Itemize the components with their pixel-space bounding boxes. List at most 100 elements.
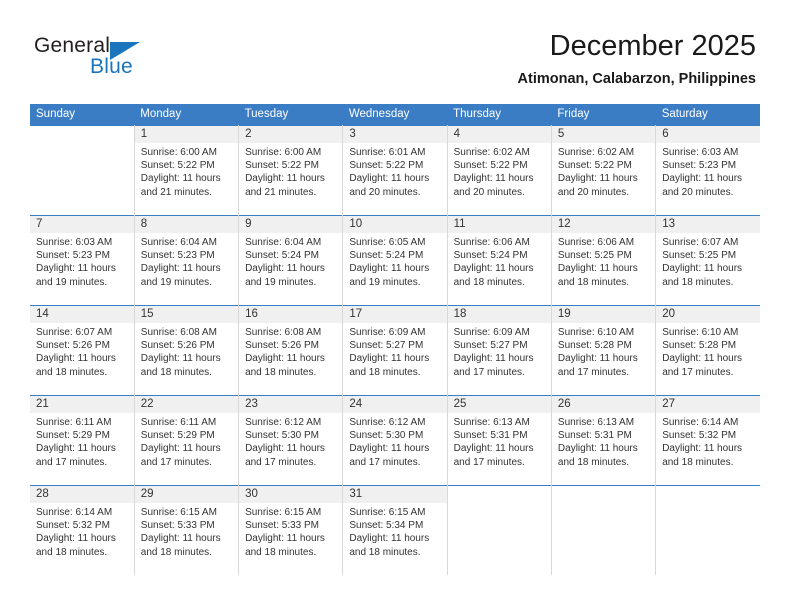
sunset-time: Sunset: 5:26 PM bbox=[140, 340, 215, 352]
calendar-day-cell[interactable]: 19 Sunrise: 6:10 AM Sunset: 5:28 PM Dayligh… bbox=[551, 305, 657, 396]
daylight-duration-line1: Daylight: 11 hours bbox=[349, 443, 430, 455]
calendar-day-cell[interactable]: 1 Sunrise: 6:00 AM Sunset: 5:22 PM Daylight… bbox=[134, 125, 240, 216]
sunset-time: Sunset: 5:23 PM bbox=[140, 250, 215, 262]
day-details: Sunrise: 6:04 AM Sunset: 5:24 PM Daylight:… bbox=[239, 233, 342, 289]
daylight-duration-line1: Daylight: 11 hours bbox=[245, 263, 325, 275]
calendar-day-cell[interactable]: 16 Sunrise: 6:08 AM Sunset: 5:26 PM Dayligh… bbox=[238, 305, 344, 396]
day-number: 27 bbox=[656, 396, 760, 413]
calendar-day-cell[interactable]: 12 Sunrise: 6:06 AM Sunset: 5:25 PM Dayligh… bbox=[551, 215, 657, 306]
day-details: Sunrise: 6:12 AM Sunset: 5:30 PM Daylight:… bbox=[343, 413, 446, 469]
daylight-duration-line1: Daylight: 11 hours bbox=[349, 533, 430, 545]
calendar-day-cell[interactable]: 9 Sunrise: 6:04 AM Sunset: 5:24 PM Daylight… bbox=[238, 215, 344, 306]
calendar-day-cell[interactable]: 15 Sunrise: 6:08 AM Sunset: 5:26 PM Dayligh… bbox=[134, 305, 240, 396]
day-number: 4 bbox=[447, 126, 551, 143]
calendar-day-cell[interactable]: 14 Sunrise: 6:07 AM Sunset: 5:26 PM Dayligh… bbox=[30, 305, 135, 396]
daylight-duration-line1: Daylight: 11 hours bbox=[557, 173, 638, 185]
day-number: 10 bbox=[343, 216, 447, 233]
day-number bbox=[30, 126, 134, 143]
daylight-duration-line2: and 18 minutes. bbox=[453, 276, 525, 288]
daylight-duration-line2: and 19 minutes. bbox=[349, 276, 421, 288]
calendar-day-cell[interactable]: 10 Sunrise: 6:05 AM Sunset: 5:24 PM Dayligh… bbox=[342, 215, 448, 306]
calendar-day-cell[interactable]: 2 Sunrise: 6:00 AM Sunset: 5:22 PM Daylight… bbox=[238, 125, 344, 216]
sunrise-time: Sunrise: 6:13 AM bbox=[453, 417, 530, 428]
calendar-day-cell-empty bbox=[551, 485, 657, 575]
sunrise-time: Sunrise: 6:15 AM bbox=[349, 507, 426, 518]
day-number: 5 bbox=[551, 126, 656, 143]
calendar-day-cell[interactable]: 20 Sunrise: 6:10 AM Sunset: 5:28 PM Dayligh… bbox=[655, 305, 760, 396]
day-number: 19 bbox=[551, 306, 656, 323]
calendar-week-row: 28 Sunrise: 6:14 AM Sunset: 5:32 PM Dayligh… bbox=[30, 485, 760, 575]
daylight-duration-line1: Daylight: 11 hours bbox=[662, 263, 743, 275]
sunset-time: Sunset: 5:34 PM bbox=[349, 520, 424, 532]
daylight-duration-line2: and 18 minutes. bbox=[349, 366, 421, 378]
calendar-day-cell-empty bbox=[655, 485, 760, 575]
calendar-page: General Blue December 2025 Atimonan, Cal… bbox=[0, 0, 792, 612]
day-details: Sunrise: 6:10 AM Sunset: 5:28 PM Daylight:… bbox=[552, 323, 655, 379]
daylight-duration-line1: Daylight: 11 hours bbox=[662, 173, 743, 185]
calendar-day-cell[interactable]: 11 Sunrise: 6:06 AM Sunset: 5:24 PM Dayligh… bbox=[447, 215, 552, 306]
sunset-time: Sunset: 5:30 PM bbox=[245, 430, 319, 442]
calendar-day-cell[interactable]: 21 Sunrise: 6:11 AM Sunset: 5:29 PM Dayligh… bbox=[30, 395, 135, 486]
page-subtitle: Atimonan, Calabarzon, Philippines bbox=[517, 71, 756, 87]
daylight-duration-line2: and 19 minutes. bbox=[140, 276, 212, 288]
calendar-day-cell[interactable]: 17 Sunrise: 6:09 AM Sunset: 5:27 PM Dayligh… bbox=[342, 305, 448, 396]
day-number: 22 bbox=[134, 396, 239, 413]
sunrise-time: Sunrise: 6:00 AM bbox=[140, 147, 217, 158]
day-details: Sunrise: 6:11 AM Sunset: 5:29 PM Daylight:… bbox=[135, 413, 238, 469]
daylight-duration-line1: Daylight: 11 hours bbox=[662, 443, 743, 455]
calendar-day-cell[interactable]: 5 Sunrise: 6:02 AM Sunset: 5:22 PM Daylight… bbox=[551, 125, 657, 216]
daylight-duration-line2: and 18 minutes. bbox=[662, 276, 734, 288]
calendar-day-cell[interactable]: 27 Sunrise: 6:14 AM Sunset: 5:32 PM Dayligh… bbox=[655, 395, 760, 486]
title-block: December 2025 Atimonan, Calabarzon, Phil… bbox=[518, 28, 756, 89]
calendar-day-cell[interactable]: 7 Sunrise: 6:03 AM Sunset: 5:23 PM Daylight… bbox=[30, 215, 135, 306]
sunset-time: Sunset: 5:28 PM bbox=[662, 340, 737, 352]
calendar-day-cell[interactable]: 13 Sunrise: 6:07 AM Sunset: 5:25 PM Dayligh… bbox=[655, 215, 760, 306]
daylight-duration-line2: and 17 minutes. bbox=[349, 456, 421, 468]
sunrise-time: Sunrise: 6:10 AM bbox=[662, 327, 739, 338]
calendar-day-cell[interactable]: 22 Sunrise: 6:11 AM Sunset: 5:29 PM Dayligh… bbox=[134, 395, 240, 486]
sunset-time: Sunset: 5:24 PM bbox=[453, 250, 528, 262]
calendar-day-cell[interactable]: 4 Sunrise: 6:02 AM Sunset: 5:22 PM Daylight… bbox=[447, 125, 552, 216]
sunset-time: Sunset: 5:30 PM bbox=[349, 430, 424, 442]
calendar-day-cell[interactable]: 30 Sunrise: 6:15 AM Sunset: 5:33 PM Dayligh… bbox=[238, 485, 344, 575]
weekday-header-friday: Friday bbox=[551, 104, 656, 126]
day-number: 8 bbox=[134, 216, 239, 233]
daylight-duration-line2: and 18 minutes. bbox=[36, 546, 108, 558]
sunset-time: Sunset: 5:31 PM bbox=[557, 430, 632, 442]
day-number: 18 bbox=[447, 306, 551, 323]
calendar-day-cell[interactable]: 25 Sunrise: 6:13 AM Sunset: 5:31 PM Dayligh… bbox=[447, 395, 552, 486]
day-details: Sunrise: 6:09 AM Sunset: 5:27 PM Daylight:… bbox=[448, 323, 551, 379]
day-number: 16 bbox=[239, 306, 343, 323]
sunset-time: Sunset: 5:24 PM bbox=[245, 250, 319, 262]
sunrise-time: Sunrise: 6:15 AM bbox=[140, 507, 217, 518]
day-details: Sunrise: 6:06 AM Sunset: 5:25 PM Daylight:… bbox=[552, 233, 655, 289]
weekday-header-saturday: Saturday bbox=[655, 104, 760, 126]
sunrise-time: Sunrise: 6:04 AM bbox=[245, 237, 322, 248]
calendar-day-cell[interactable]: 6 Sunrise: 6:03 AM Sunset: 5:23 PM Daylight… bbox=[655, 125, 760, 216]
calendar-day-cell[interactable]: 26 Sunrise: 6:13 AM Sunset: 5:31 PM Dayligh… bbox=[551, 395, 657, 486]
calendar-day-cell[interactable]: 29 Sunrise: 6:15 AM Sunset: 5:33 PM Dayligh… bbox=[134, 485, 240, 575]
daylight-duration-line2: and 20 minutes. bbox=[453, 186, 525, 198]
calendar-day-cell[interactable]: 3 Sunrise: 6:01 AM Sunset: 5:22 PM Daylight… bbox=[342, 125, 448, 216]
calendar-day-cell[interactable]: 31 Sunrise: 6:15 AM Sunset: 5:34 PM Dayligh… bbox=[342, 485, 448, 575]
daylight-duration-line2: and 18 minutes. bbox=[349, 546, 421, 558]
general-blue-logo[interactable]: General Blue bbox=[34, 34, 184, 84]
calendar-day-cell[interactable]: 24 Sunrise: 6:12 AM Sunset: 5:30 PM Dayligh… bbox=[342, 395, 448, 486]
sunrise-time: Sunrise: 6:02 AM bbox=[557, 147, 635, 158]
calendar-day-cell[interactable]: 8 Sunrise: 6:04 AM Sunset: 5:23 PM Daylight… bbox=[134, 215, 240, 306]
daylight-duration-line2: and 21 minutes. bbox=[140, 186, 212, 198]
sunrise-sunset-calendar: Sunday Monday Tuesday Wednesday Thursday… bbox=[30, 104, 760, 575]
calendar-day-cell-empty bbox=[447, 485, 552, 575]
calendar-day-cell[interactable]: 28 Sunrise: 6:14 AM Sunset: 5:32 PM Dayligh… bbox=[30, 485, 135, 575]
calendar-day-cell[interactable]: 23 Sunrise: 6:12 AM Sunset: 5:30 PM Dayligh… bbox=[238, 395, 344, 486]
calendar-day-cell[interactable]: 18 Sunrise: 6:09 AM Sunset: 5:27 PM Dayligh… bbox=[447, 305, 552, 396]
sunrise-time: Sunrise: 6:09 AM bbox=[453, 327, 530, 338]
daylight-duration-line1: Daylight: 11 hours bbox=[349, 353, 430, 365]
sunset-time: Sunset: 5:29 PM bbox=[36, 430, 110, 442]
daylight-duration-line1: Daylight: 11 hours bbox=[140, 263, 221, 275]
sunrise-time: Sunrise: 6:08 AM bbox=[140, 327, 217, 338]
day-details: Sunrise: 6:14 AM Sunset: 5:32 PM Daylight:… bbox=[656, 413, 760, 469]
sunset-time: Sunset: 5:22 PM bbox=[453, 160, 528, 172]
daylight-duration-line1: Daylight: 11 hours bbox=[349, 263, 430, 275]
sunrise-time: Sunrise: 6:15 AM bbox=[245, 507, 322, 518]
